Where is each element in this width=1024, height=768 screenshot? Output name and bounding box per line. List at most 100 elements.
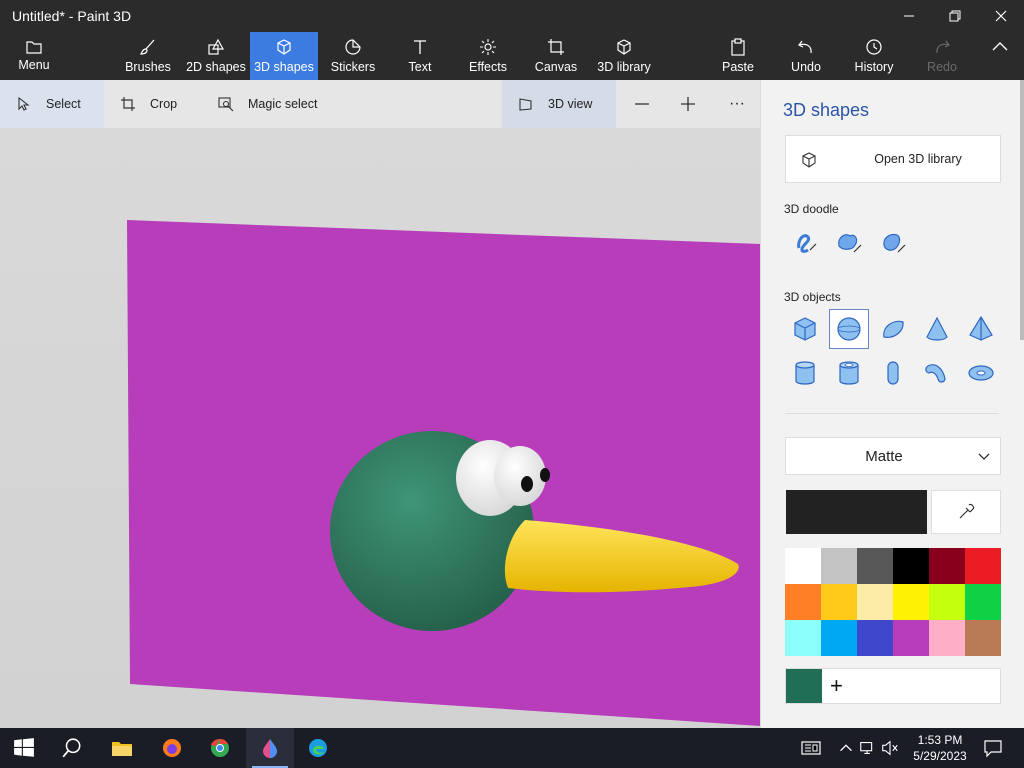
curved-tube-shape-button[interactable] bbox=[917, 353, 957, 393]
palette-swatch[interactable] bbox=[893, 584, 929, 620]
3d-shapes-tab[interactable]: 3D shapes bbox=[250, 32, 318, 80]
restore-button[interactable] bbox=[932, 0, 978, 32]
palette-swatch[interactable] bbox=[965, 620, 1001, 656]
soft-doodle-icon bbox=[838, 234, 862, 253]
minimize-button[interactable] bbox=[886, 0, 932, 32]
paste-button[interactable]: Paste bbox=[716, 32, 760, 80]
history-button[interactable]: History bbox=[850, 32, 898, 80]
palette-swatch[interactable] bbox=[821, 620, 857, 656]
menu-button[interactable]: Menu bbox=[8, 32, 60, 80]
sphere-icon bbox=[837, 317, 861, 341]
network-button[interactable] bbox=[858, 728, 878, 768]
2d-shapes-tab[interactable]: 2D shapes bbox=[184, 32, 248, 80]
add-color-button[interactable]: + bbox=[830, 675, 843, 697]
tube-doodle-button[interactable] bbox=[873, 222, 913, 262]
cone-shape-button[interactable] bbox=[917, 309, 957, 349]
title-bar: Untitled* - Paint 3D bbox=[0, 0, 1024, 32]
effects-label: Effects bbox=[469, 60, 507, 74]
paint-3d-taskbar-button[interactable] bbox=[246, 728, 294, 768]
pyramid-shape-button[interactable] bbox=[961, 309, 1001, 349]
notification-icon bbox=[984, 740, 1002, 758]
palette-swatch[interactable] bbox=[821, 548, 857, 584]
stickers-tab[interactable]: Stickers bbox=[326, 32, 380, 80]
minimize-icon bbox=[904, 15, 914, 17]
soft-edge-doodle-button[interactable] bbox=[829, 222, 869, 262]
palette-swatch[interactable] bbox=[785, 584, 821, 620]
collapse-ribbon-button[interactable] bbox=[984, 32, 1016, 80]
current-color-swatch[interactable] bbox=[786, 490, 927, 534]
more-options-button[interactable]: ··· bbox=[724, 80, 750, 128]
hemisphere-shape-button[interactable] bbox=[873, 309, 913, 349]
volume-button[interactable] bbox=[880, 728, 900, 768]
brush-icon bbox=[140, 39, 155, 55]
palette-swatch[interactable] bbox=[929, 620, 965, 656]
crop-label: Crop bbox=[150, 97, 178, 111]
palette-swatch[interactable] bbox=[821, 584, 857, 620]
panel-scrollbar[interactable] bbox=[1020, 80, 1024, 340]
sphere-shape-button[interactable] bbox=[829, 309, 869, 349]
undo-button[interactable]: Undo bbox=[784, 32, 828, 80]
custom-color-swatch[interactable] bbox=[786, 669, 822, 703]
capsule-shape-button[interactable] bbox=[873, 353, 913, 393]
open-3d-library-button[interactable]: Open 3D library bbox=[785, 135, 1001, 183]
paste-label: Paste bbox=[722, 60, 754, 74]
brushes-tab[interactable]: Brushes bbox=[120, 32, 176, 80]
select-label: Select bbox=[46, 97, 81, 111]
palette-swatch[interactable] bbox=[785, 620, 821, 656]
palette-swatch[interactable] bbox=[893, 548, 929, 584]
text-tab[interactable]: Text bbox=[400, 32, 440, 80]
system-clock[interactable]: 1:53 PM 5/29/2023 bbox=[900, 732, 980, 764]
effects-tab[interactable]: Effects bbox=[464, 32, 512, 80]
palette-swatch[interactable] bbox=[929, 584, 965, 620]
firefox-icon bbox=[163, 739, 181, 757]
magic-select-label: Magic select bbox=[248, 97, 318, 111]
zoom-out-button[interactable] bbox=[630, 80, 654, 128]
canvas-tab[interactable]: Canvas bbox=[532, 32, 580, 80]
bird-pupil-left bbox=[521, 476, 533, 492]
sharp-edge-doodle-button[interactable] bbox=[785, 222, 825, 262]
palette-swatch[interactable] bbox=[965, 548, 1001, 584]
select-tool[interactable]: Select bbox=[0, 80, 104, 128]
file-explorer-button[interactable] bbox=[98, 728, 146, 768]
palette-swatch[interactable] bbox=[857, 620, 893, 656]
notifications-button[interactable] bbox=[978, 728, 1008, 768]
canvas[interactable] bbox=[0, 128, 760, 728]
plus-icon bbox=[681, 97, 695, 111]
search-button[interactable] bbox=[48, 728, 96, 768]
crop-tool[interactable]: Crop bbox=[118, 80, 198, 128]
material-dropdown[interactable]: Matte bbox=[785, 437, 1001, 475]
firefox-button[interactable] bbox=[148, 728, 196, 768]
palette-swatch[interactable] bbox=[965, 584, 1001, 620]
cube-shape-button[interactable] bbox=[785, 309, 825, 349]
text-label: Text bbox=[408, 60, 432, 74]
redo-icon bbox=[936, 40, 950, 54]
tube-shape-button[interactable] bbox=[829, 353, 869, 393]
3d-view-toggle[interactable]: 3D view bbox=[502, 80, 616, 128]
bird-eye-right[interactable] bbox=[494, 446, 546, 506]
palette-swatch[interactable] bbox=[857, 584, 893, 620]
palette-swatch[interactable] bbox=[785, 548, 821, 584]
palette-swatch[interactable] bbox=[929, 548, 965, 584]
menu-label: Menu bbox=[18, 58, 50, 72]
cylinder-shape-button[interactable] bbox=[785, 353, 825, 393]
magic-select-icon bbox=[218, 97, 234, 112]
volume-muted-icon bbox=[882, 740, 898, 756]
zoom-in-button[interactable] bbox=[676, 80, 700, 128]
chrome-button[interactable] bbox=[196, 728, 244, 768]
magic-select-tool[interactable]: Magic select bbox=[216, 80, 336, 128]
palette-swatch[interactable] bbox=[857, 548, 893, 584]
3d-library-tab[interactable]: 3D library bbox=[596, 32, 652, 80]
close-button[interactable] bbox=[978, 0, 1024, 32]
show-hidden-icons-button[interactable] bbox=[836, 728, 856, 768]
custom-color-row: + bbox=[785, 668, 1001, 704]
redo-button[interactable]: Redo bbox=[922, 32, 962, 80]
palette-swatch[interactable] bbox=[893, 620, 929, 656]
folder-icon bbox=[112, 742, 132, 756]
start-button[interactable] bbox=[0, 728, 48, 768]
eyedropper-button[interactable] bbox=[931, 490, 1001, 534]
windows-logo-icon bbox=[14, 738, 34, 757]
edge-button[interactable] bbox=[294, 728, 342, 768]
torus-shape-button[interactable] bbox=[961, 353, 1001, 393]
3d-shapes-label: 3D shapes bbox=[254, 60, 314, 74]
taskview-button[interactable] bbox=[796, 728, 826, 768]
